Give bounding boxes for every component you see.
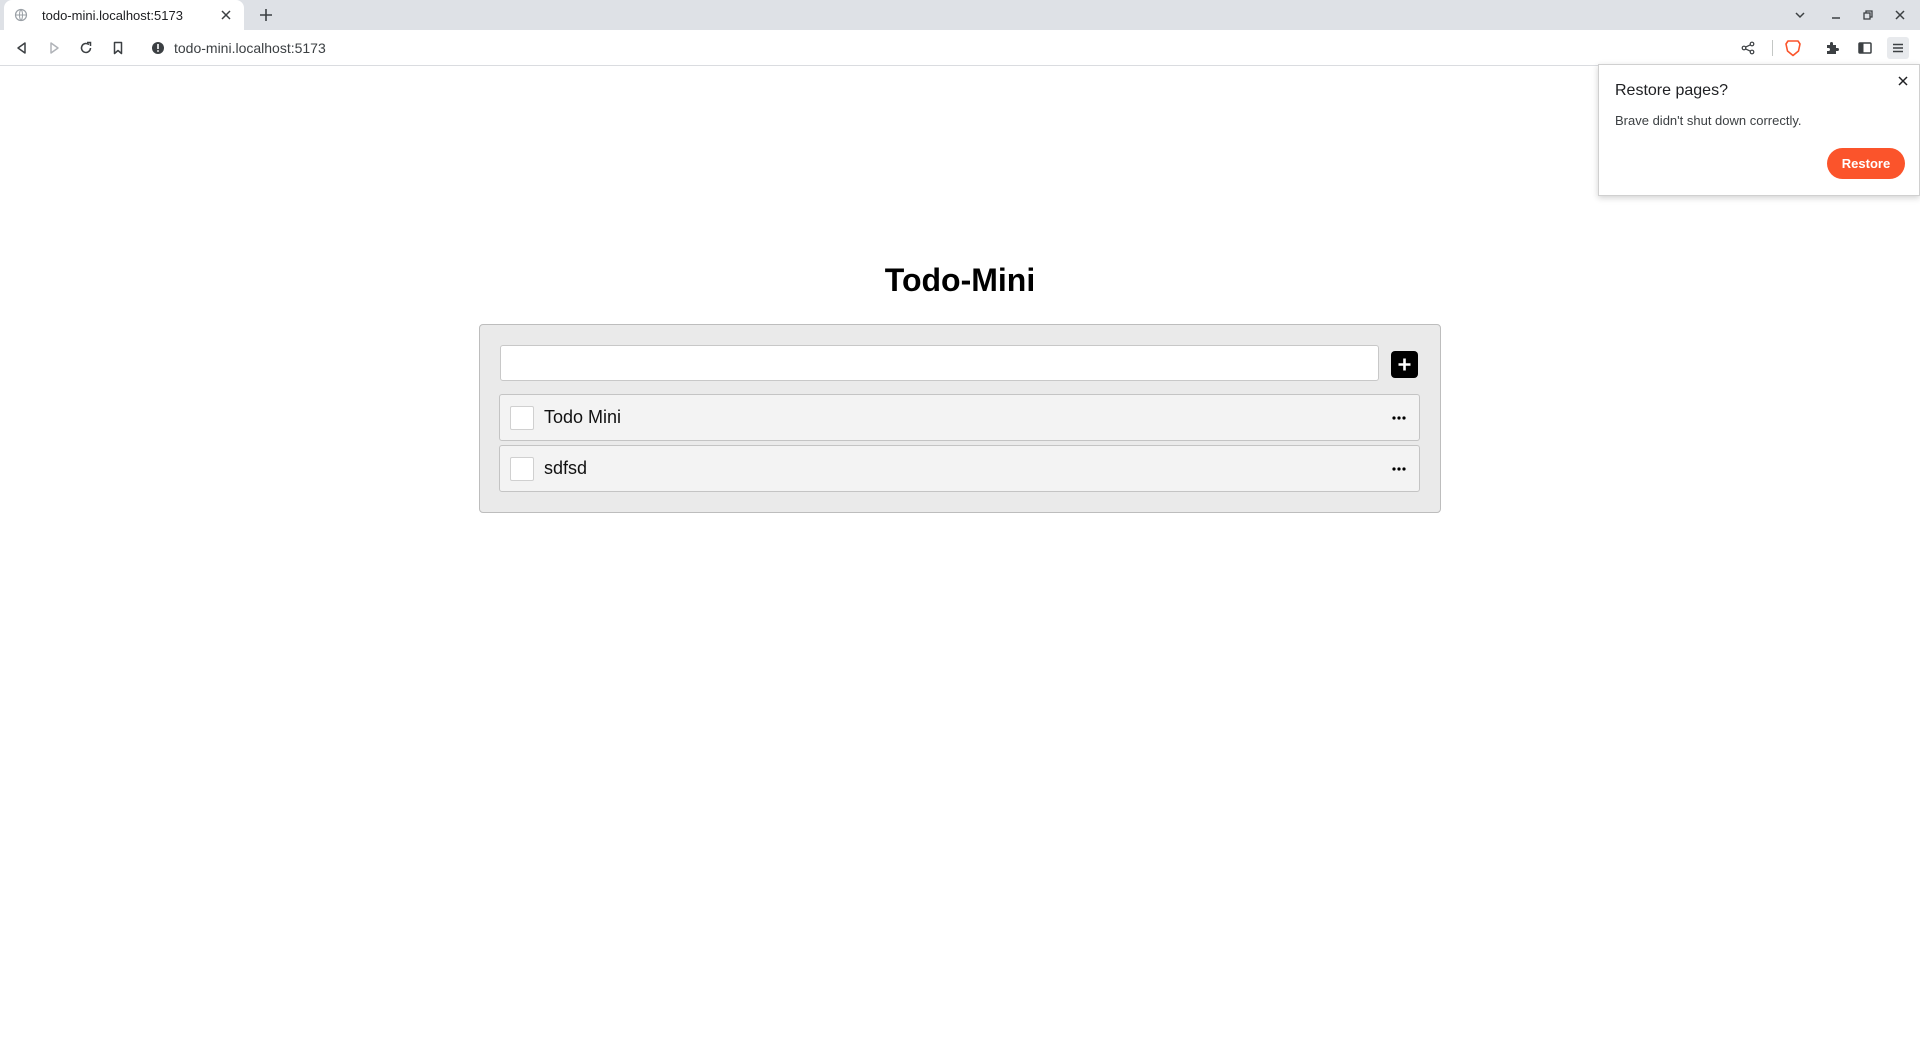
tab-strip: todo-mini.localhost:5173: [0, 0, 1920, 30]
tab-search-chevron-icon[interactable]: [1790, 5, 1810, 25]
toolbar-separator: [1772, 40, 1773, 56]
todo-card: Todo Mini sdfsd: [479, 324, 1441, 513]
forward-arrow-icon[interactable]: [44, 38, 64, 58]
todo-text: sdfsd: [544, 458, 588, 478]
more-horizontal-icon[interactable]: [1389, 408, 1409, 428]
restore-button[interactable]: Restore: [1827, 148, 1905, 179]
more-horizontal-icon[interactable]: [1389, 459, 1409, 479]
todo-item: Todo Mini: [499, 394, 1420, 441]
info-icon[interactable]: [150, 40, 166, 56]
minimize-icon[interactable]: [1826, 5, 1846, 25]
puzzle-icon[interactable]: [1823, 38, 1843, 58]
close-window-icon[interactable]: [1890, 5, 1910, 25]
todo-text: Todo Mini: [544, 407, 622, 427]
reload-icon[interactable]: [76, 38, 96, 58]
popup-message: Brave didn't shut down correctly.: [1615, 113, 1802, 128]
tab-title: todo-mini.localhost:5173: [42, 7, 183, 23]
browser-tab[interactable]: todo-mini.localhost:5173: [4, 0, 244, 30]
bookmark-icon[interactable]: [108, 38, 128, 58]
brave-lion-icon[interactable]: [1783, 38, 1803, 58]
todo-checkbox[interactable]: [510, 406, 534, 430]
popup-title: Restore pages?: [1615, 82, 1728, 99]
globe-icon: [14, 8, 28, 22]
add-todo-button[interactable]: [1391, 351, 1418, 378]
restore-pages-popup: Restore pages? Brave didn't shut down co…: [1598, 64, 1920, 196]
tab-close-icon[interactable]: [218, 7, 234, 23]
browser-toolbar: todo-mini.localhost:5173: [0, 30, 1920, 66]
back-arrow-icon[interactable]: [12, 38, 32, 58]
close-icon[interactable]: [1895, 73, 1911, 89]
share-icon[interactable]: [1738, 38, 1758, 58]
url-text: todo-mini.localhost:5173: [174, 40, 326, 56]
page-title: Todo-Mini: [884, 262, 1036, 298]
new-todo-input[interactable]: [500, 345, 1379, 381]
todo-item: sdfsd: [499, 445, 1420, 492]
address-bar[interactable]: todo-mini.localhost:5173: [142, 33, 1772, 63]
new-tab-plus-icon[interactable]: [256, 5, 276, 25]
sidebar-icon[interactable]: [1855, 38, 1875, 58]
restore-window-icon[interactable]: [1858, 5, 1878, 25]
hamburger-menu-icon[interactable]: [1887, 37, 1909, 59]
todo-checkbox[interactable]: [510, 457, 534, 481]
plus-icon: [1397, 357, 1412, 372]
